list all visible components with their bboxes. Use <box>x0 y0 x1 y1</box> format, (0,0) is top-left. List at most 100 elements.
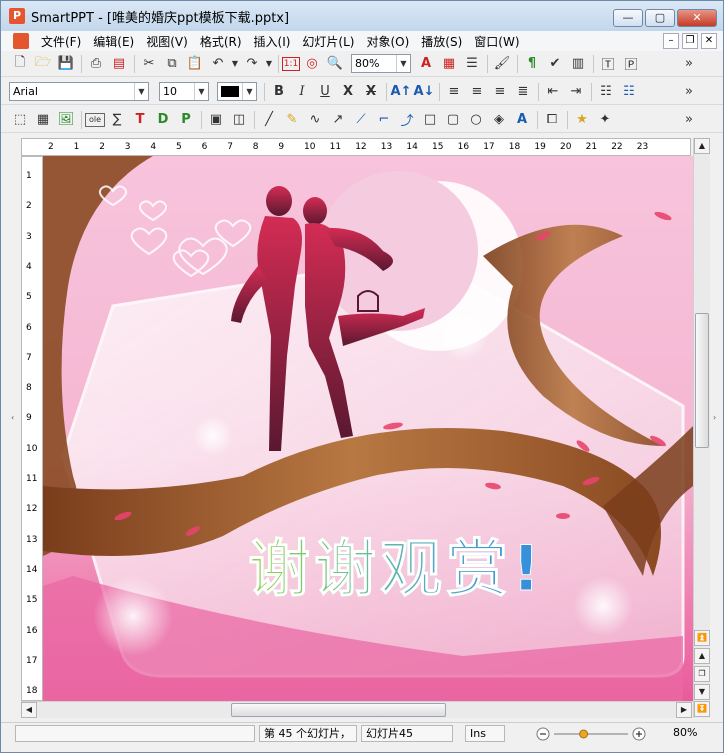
text-box-red-icon[interactable]: T <box>129 109 151 131</box>
group-icon[interactable]: ⧠ <box>541 109 563 131</box>
wordart-icon[interactable]: A <box>511 109 533 131</box>
indent-increase-icon[interactable]: ⇥ <box>565 81 587 103</box>
menu-view[interactable]: 视图(V) <box>140 33 194 50</box>
open-folder-icon[interactable]: 🗁 <box>32 53 54 75</box>
star-icon[interactable]: ★ <box>571 109 593 131</box>
connector-icon[interactable]: ⟋ <box>350 109 372 131</box>
pencil-icon[interactable]: ✎ <box>281 109 303 131</box>
font-size-select[interactable]: 10 ▼ <box>159 82 209 101</box>
list-icon[interactable]: ☰ <box>461 53 483 75</box>
align-left-icon[interactable]: ≡ <box>443 81 465 103</box>
insert-table-icon[interactable]: ▦ <box>438 53 460 75</box>
format-brush-icon[interactable]: 🖌 <box>491 53 513 75</box>
font-name-select[interactable]: Arial ▼ <box>9 82 149 101</box>
next-slide-icon[interactable]: ▼ <box>694 684 710 700</box>
doc-restore-button[interactable]: ❐ <box>682 33 698 49</box>
effects-icon[interactable]: ✦ <box>594 109 616 131</box>
align-justify-icon[interactable]: ≣ <box>512 81 534 103</box>
image-icon[interactable]: 🖼 <box>55 109 77 131</box>
toolbar-more-icon[interactable]: » <box>685 56 693 71</box>
align-right-icon[interactable]: ≡ <box>489 81 511 103</box>
scroll-right-icon[interactable]: ▶ <box>676 702 692 718</box>
font-shrink-icon[interactable]: A↓ <box>413 81 435 103</box>
maximize-button[interactable]: ▢ <box>645 9 675 27</box>
new-file-icon[interactable]: 🗋 <box>9 53 31 75</box>
menu-slide[interactable]: 幻灯片(L) <box>296 33 360 50</box>
media-icon[interactable]: ◫ <box>228 109 250 131</box>
undo-dropdown-icon[interactable]: ▼ <box>230 53 240 75</box>
prev-slide-icon[interactable]: ▲ <box>694 648 710 664</box>
doc-close-button[interactable]: ✕ <box>701 33 717 49</box>
grid-icon[interactable]: ▦ <box>32 109 54 131</box>
first-slide-icon[interactable]: ⏫ <box>694 630 710 646</box>
zoom-fit-icon[interactable]: ◎ <box>301 53 323 75</box>
bullet-list-icon[interactable]: ☷ <box>595 81 617 103</box>
slide-canvas[interactable]: 谢谢观赏! <box>43 156 693 701</box>
text-frame-icon[interactable]: 🅃 <box>597 53 619 75</box>
font-grow-icon[interactable]: A↑ <box>390 81 412 103</box>
shadow-button[interactable]: X <box>337 81 359 103</box>
arrow-icon[interactable]: ↗ <box>327 109 349 131</box>
indent-decrease-icon[interactable]: ⇤ <box>542 81 564 103</box>
bold-button[interactable]: B <box>268 81 290 103</box>
menu-play[interactable]: 播放(S) <box>415 33 468 50</box>
toolbar-more-icon[interactable]: » <box>685 84 693 99</box>
left-pane-arrow-icon[interactable]: ‹ <box>11 413 14 422</box>
menu-object[interactable]: 对象(O) <box>360 33 415 50</box>
horizontal-scroll-thumb[interactable] <box>231 703 446 717</box>
ellipse-icon[interactable]: ○ <box>465 109 487 131</box>
elbow-connector-icon[interactable]: ⌐ <box>373 109 395 131</box>
formula-icon[interactable]: ∑ <box>106 109 128 131</box>
toolbar-more-icon[interactable]: » <box>685 112 693 127</box>
font-color-select[interactable]: ▼ <box>217 82 257 101</box>
curve-icon[interactable]: ∿ <box>304 109 326 131</box>
rounded-rect-icon[interactable]: ▢ <box>442 109 464 131</box>
shapes-icon[interactable]: ◈ <box>488 109 510 131</box>
print-icon[interactable]: ⎙ <box>85 53 107 75</box>
text-color-icon[interactable]: A <box>415 53 437 75</box>
paste-icon[interactable]: 📋 <box>184 53 206 75</box>
menu-edit[interactable]: 编辑(E) <box>87 33 140 50</box>
scroll-left-icon[interactable]: ◀ <box>21 702 37 718</box>
thank-you-text[interactable]: 谢谢观赏! <box>248 533 568 604</box>
undo-icon[interactable]: ↶ <box>207 53 229 75</box>
vertical-scrollbar[interactable]: ▲ ⏫ ▲ ❐ ▼ ⏬ <box>693 138 710 718</box>
select-frame-icon[interactable]: ⬚ <box>9 109 31 131</box>
redo-icon[interactable]: ↷ <box>241 53 263 75</box>
chart-icon[interactable]: ▥ <box>567 53 589 75</box>
pdf-export-icon[interactable]: ▤ <box>108 53 130 75</box>
film-icon[interactable]: ▣ <box>205 109 227 131</box>
vertical-scroll-thumb[interactable] <box>695 313 709 448</box>
menu-format[interactable]: 格式(R) <box>194 33 248 50</box>
minimize-button[interactable]: — <box>613 9 643 27</box>
zoom-slider[interactable] <box>536 727 646 741</box>
copy-icon[interactable]: ⧉ <box>161 53 183 75</box>
save-icon[interactable]: 💾 <box>55 53 77 75</box>
ole-object-icon[interactable]: ole <box>85 112 105 127</box>
cut-icon[interactable]: ✂ <box>138 53 160 75</box>
actual-size-icon[interactable]: 1:1 <box>282 56 300 71</box>
slide-list-icon[interactable]: ❐ <box>694 666 710 682</box>
scroll-up-icon[interactable]: ▲ <box>694 138 710 154</box>
horizontal-scrollbar[interactable]: ◀ ▶ <box>21 701 693 718</box>
menu-window[interactable]: 窗口(W) <box>468 33 525 50</box>
zoom-icon[interactable]: 🔍 <box>324 53 346 75</box>
zoom-select[interactable]: 80% ▼ <box>351 54 411 73</box>
numbered-list-icon[interactable]: ☷ <box>618 81 640 103</box>
curved-connector-icon[interactable]: ⤴ <box>396 109 418 131</box>
picture-frame-icon[interactable]: 🄿 <box>620 53 642 75</box>
frame-green-icon[interactable]: D <box>152 109 174 131</box>
strikethrough-button[interactable]: X <box>360 81 382 103</box>
spellcheck-icon[interactable]: ✔ <box>544 53 566 75</box>
paragraph-icon[interactable]: ¶ <box>521 53 543 75</box>
align-center-icon[interactable]: ≡ <box>466 81 488 103</box>
redo-dropdown-icon[interactable]: ▼ <box>264 53 274 75</box>
line-icon[interactable]: ╱ <box>258 109 280 131</box>
close-button[interactable]: ✕ <box>677 9 717 27</box>
last-slide-icon[interactable]: ⏬ <box>694 701 710 717</box>
menu-insert[interactable]: 插入(I) <box>248 33 297 50</box>
frame-p-icon[interactable]: P <box>175 109 197 131</box>
italic-button[interactable]: I <box>291 81 313 103</box>
menu-file[interactable]: 文件(F) <box>35 33 87 50</box>
underline-button[interactable]: U <box>314 81 336 103</box>
